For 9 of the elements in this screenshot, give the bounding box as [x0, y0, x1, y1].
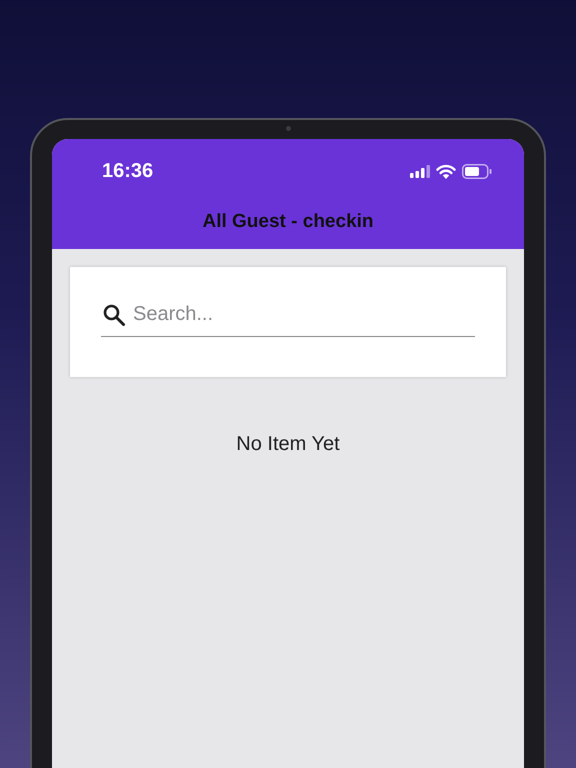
empty-message: No Item Yet	[236, 433, 340, 456]
search-icon	[103, 304, 125, 326]
camera-icon	[286, 126, 291, 131]
search-field[interactable]: Search...	[133, 303, 475, 326]
battery-icon	[462, 164, 492, 178]
status-time: 16:36	[102, 160, 154, 182]
wifi-icon	[436, 164, 456, 178]
page-title: All Guest - checkin	[202, 211, 374, 233]
signal-icon	[410, 164, 430, 178]
